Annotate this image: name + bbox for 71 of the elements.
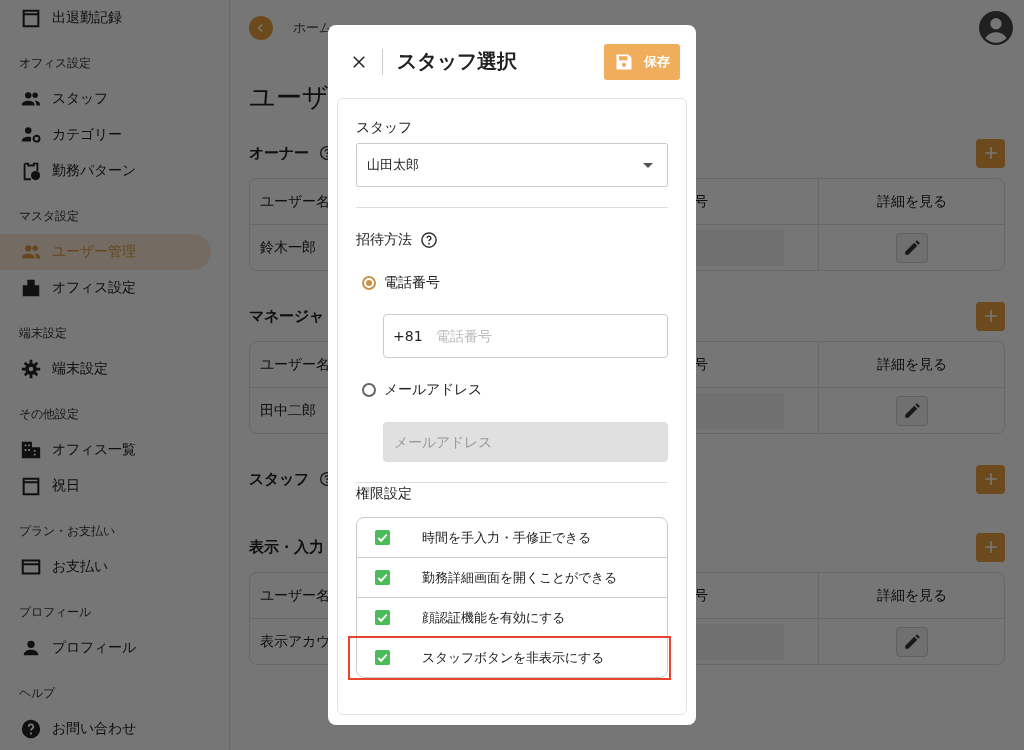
edit-button[interactable]: [895, 626, 928, 657]
column-header: ユーザー名: [260, 192, 330, 211]
permission-row[interactable]: 顔認証機能を有効にする: [357, 597, 667, 637]
column-header: ユーザー名: [260, 355, 330, 374]
table-cell: 田中二郎: [260, 401, 316, 420]
column-header: 詳細を見る: [876, 355, 947, 374]
add-button[interactable]: [976, 464, 1005, 494]
sidebar-item[interactable]: お支払い: [0, 549, 211, 585]
help-icon: [20, 718, 42, 740]
modal-title: スタッフ選択: [397, 48, 517, 75]
add-button[interactable]: [976, 301, 1005, 331]
gear-icon: [20, 358, 42, 380]
sidebar-item[interactable]: オフィス設定: [0, 270, 211, 306]
radio-button[interactable]: [362, 383, 376, 397]
sidebar-heading: ヘルプ: [18, 685, 57, 702]
avatar-icon[interactable]: [979, 11, 1013, 45]
sidebar-item[interactable]: 端末設定: [0, 351, 211, 387]
section-title: マネージャ: [249, 306, 324, 326]
table-cell: 鈴木一郎: [260, 238, 316, 257]
field-label: 権限設定: [356, 484, 413, 503]
permission-row[interactable]: 時間を手入力・手修正できる: [357, 518, 667, 557]
edit-button[interactable]: [895, 395, 928, 426]
sidebar-item[interactable]: お問い合わせ: [0, 711, 211, 747]
add-button[interactable]: [976, 532, 1005, 562]
sidebar-heading: マスタ設定: [18, 208, 80, 225]
column-header: 詳細を見る: [876, 586, 947, 605]
sidebar-item[interactable]: カテゴリー: [0, 117, 211, 153]
sidebar-item[interactable]: プロフィール: [0, 630, 211, 666]
section-title: 表示・入力: [249, 537, 324, 557]
sidebar-item[interactable]: オフィス一覧: [0, 432, 211, 468]
pencil-icon: [902, 401, 921, 420]
checkbox[interactable]: [375, 530, 390, 545]
caret-icon: [643, 162, 653, 168]
calendar-icon: [20, 7, 42, 29]
section-title: オーナー: [249, 143, 309, 163]
column-header: 詳細を見る: [876, 192, 947, 211]
section-title: スタッフ: [249, 469, 309, 489]
calendar-icon: [20, 475, 42, 497]
checkbox[interactable]: [375, 610, 390, 625]
permission-row[interactable]: スタッフボタンを非表示にする: [357, 637, 667, 677]
building-icon: [20, 277, 42, 299]
radio-button[interactable]: [362, 276, 376, 290]
buildings-icon: [20, 439, 42, 461]
radio-option[interactable]: メールアドレス: [362, 378, 668, 402]
country-code: +81: [393, 327, 423, 345]
edit-button[interactable]: [895, 232, 928, 263]
checkbox[interactable]: [375, 650, 390, 665]
permission-row[interactable]: 勤務詳細画面を開くことができる: [357, 557, 667, 597]
sidebar-item[interactable]: スタッフ: [0, 81, 211, 117]
radio-option[interactable]: 電話番号: [362, 271, 668, 295]
add-button[interactable]: [976, 138, 1005, 168]
field-label: スタッフ: [356, 118, 413, 137]
column-header: ユーザー名: [260, 586, 330, 605]
sidebar-heading: プロフィール: [18, 604, 92, 621]
sidebar-item[interactable]: 出退勤記録: [0, 0, 211, 36]
pencil-icon: [902, 238, 921, 257]
person-gear-icon: [20, 124, 42, 146]
sidebar-heading: その他設定: [18, 406, 80, 423]
staff-select[interactable]: 山田太郎: [356, 143, 668, 187]
checkbox[interactable]: [375, 570, 390, 585]
back-button[interactable]: [249, 16, 273, 40]
sidebar-item[interactable]: 勤務パターン: [0, 153, 211, 189]
sidebar-heading: 端末設定: [18, 325, 68, 342]
page-title: ユーザ: [249, 81, 330, 114]
sidebar-item[interactable]: 祝日: [0, 468, 211, 504]
field-label: 招待方法: [356, 231, 412, 249]
table-cell: 表示アカウ: [260, 632, 330, 651]
sidebar-heading: プラン・お支払い: [18, 523, 116, 540]
help-icon[interactable]: [420, 231, 438, 249]
sidebar-heading: オフィス設定: [18, 55, 92, 72]
pencil-icon: [902, 632, 921, 651]
